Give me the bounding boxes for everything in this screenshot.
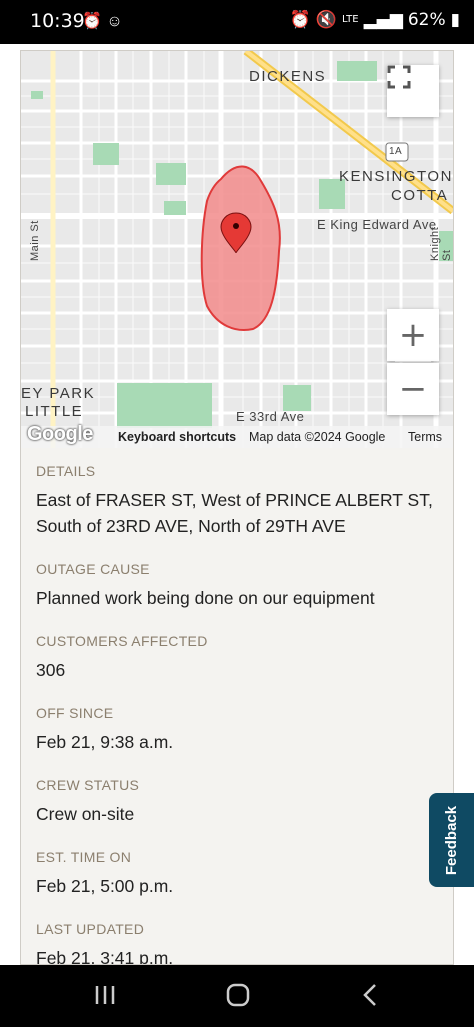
map-label-e33rd: E 33rd Ave	[236, 409, 305, 424]
zoom-divider	[395, 361, 431, 362]
zoom-out-button[interactable]: −	[387, 363, 439, 415]
highway-1a-label: 1A	[389, 146, 403, 157]
feedback-label: Feedback	[443, 805, 461, 875]
map-label-main-st: Main St	[29, 220, 41, 261]
alarm-clock-icon: ⏰	[289, 10, 311, 30]
outage-card: DICKENS KENSINGTON COTTA E King Edward A…	[20, 50, 454, 965]
outage-cause-field: OUTAGE CAUSE Planned work being done on …	[36, 561, 441, 611]
signal-icon: ▂▄▆	[363, 10, 403, 30]
field-value: East of FRASER ST, West of PRINCE ALBERT…	[36, 490, 433, 536]
home-icon[interactable]	[226, 983, 250, 1007]
zoom-in-button[interactable]: +	[387, 309, 439, 361]
field-label: DETAILS	[36, 463, 96, 479]
google-logo[interactable]: Google	[27, 423, 93, 446]
outage-details: DETAILS East of FRASER ST, West of PRINC…	[36, 463, 441, 965]
crew-status-field: CREW STATUS Crew on-site	[36, 777, 441, 827]
field-value: Feb 21, 3:41 p.m.	[36, 948, 174, 965]
map-label-dickens: DICKENS	[249, 68, 327, 85]
field-value: Planned work being done on our equipment	[36, 588, 375, 608]
fullscreen-icon	[387, 65, 411, 89]
status-right: ⏰ 🔇 LTE ▂▄▆ 62% ▮	[290, 10, 460, 30]
field-label: CUSTOMERS AFFECTED	[36, 633, 208, 649]
lte-indicator: LTE	[341, 14, 359, 25]
field-label: CREW STATUS	[36, 777, 140, 793]
terms-link[interactable]: Terms	[408, 430, 442, 444]
back-icon[interactable]	[362, 983, 378, 1007]
system-nav-bar	[0, 965, 474, 1027]
customers-affected-field: CUSTOMERS AFFECTED 306	[36, 633, 441, 683]
battery-level: 62%	[407, 10, 446, 30]
map-data-text: Map data ©2024 Google	[249, 430, 386, 444]
map-label-little: LITTLE	[25, 403, 84, 420]
off-since-field: OFF SINCE Feb 21, 9:38 a.m.	[36, 705, 441, 755]
last-updated-field: LAST UPDATED Feb 21, 3:41 p.m.	[36, 921, 441, 965]
details-field: DETAILS East of FRASER ST, West of PRINC…	[36, 463, 441, 539]
map-label-ey-park: EY PARK	[21, 385, 96, 402]
field-value: Crew on-site	[36, 804, 135, 824]
field-value: Feb 21, 9:38 a.m.	[36, 732, 174, 752]
map-label-cotta: COTTA	[391, 187, 449, 204]
field-label: EST. TIME ON	[36, 849, 132, 865]
field-label: OUTAGE CAUSE	[36, 561, 150, 577]
mute-icon: 🔇	[315, 10, 337, 30]
map-footer: Google Keyboard shortcuts Map data ©2024…	[21, 423, 453, 448]
outage-map[interactable]: DICKENS KENSINGTON COTTA E King Edward A…	[21, 51, 453, 448]
field-label: LAST UPDATED	[36, 921, 145, 937]
status-time: 10:39	[30, 10, 85, 32]
field-label: OFF SINCE	[36, 705, 114, 721]
field-value: Feb 21, 5:00 p.m.	[36, 876, 174, 896]
keyboard-shortcuts-link[interactable]: Keyboard shortcuts	[118, 430, 236, 444]
map-label-king-edward: E King Edward Ave	[317, 217, 437, 232]
status-bar: 10:39 ⏰ ☺ ⏰ 🔇 LTE ▂▄▆ 62% ▮	[0, 0, 474, 44]
battery-icon: ▮	[450, 10, 460, 30]
est-time-on-field: EST. TIME ON Feb 21, 5:00 p.m.	[36, 849, 441, 899]
feedback-button[interactable]: Feedback	[429, 793, 474, 887]
map-label-kensington: KENSINGTON	[339, 168, 453, 185]
field-value: 306	[36, 660, 66, 680]
fullscreen-button[interactable]	[387, 65, 439, 117]
alarm-icon: ⏰ ☺	[82, 13, 123, 30]
map-label-knight-st: Knight St	[429, 226, 453, 261]
recent-apps-icon[interactable]	[94, 983, 116, 1007]
